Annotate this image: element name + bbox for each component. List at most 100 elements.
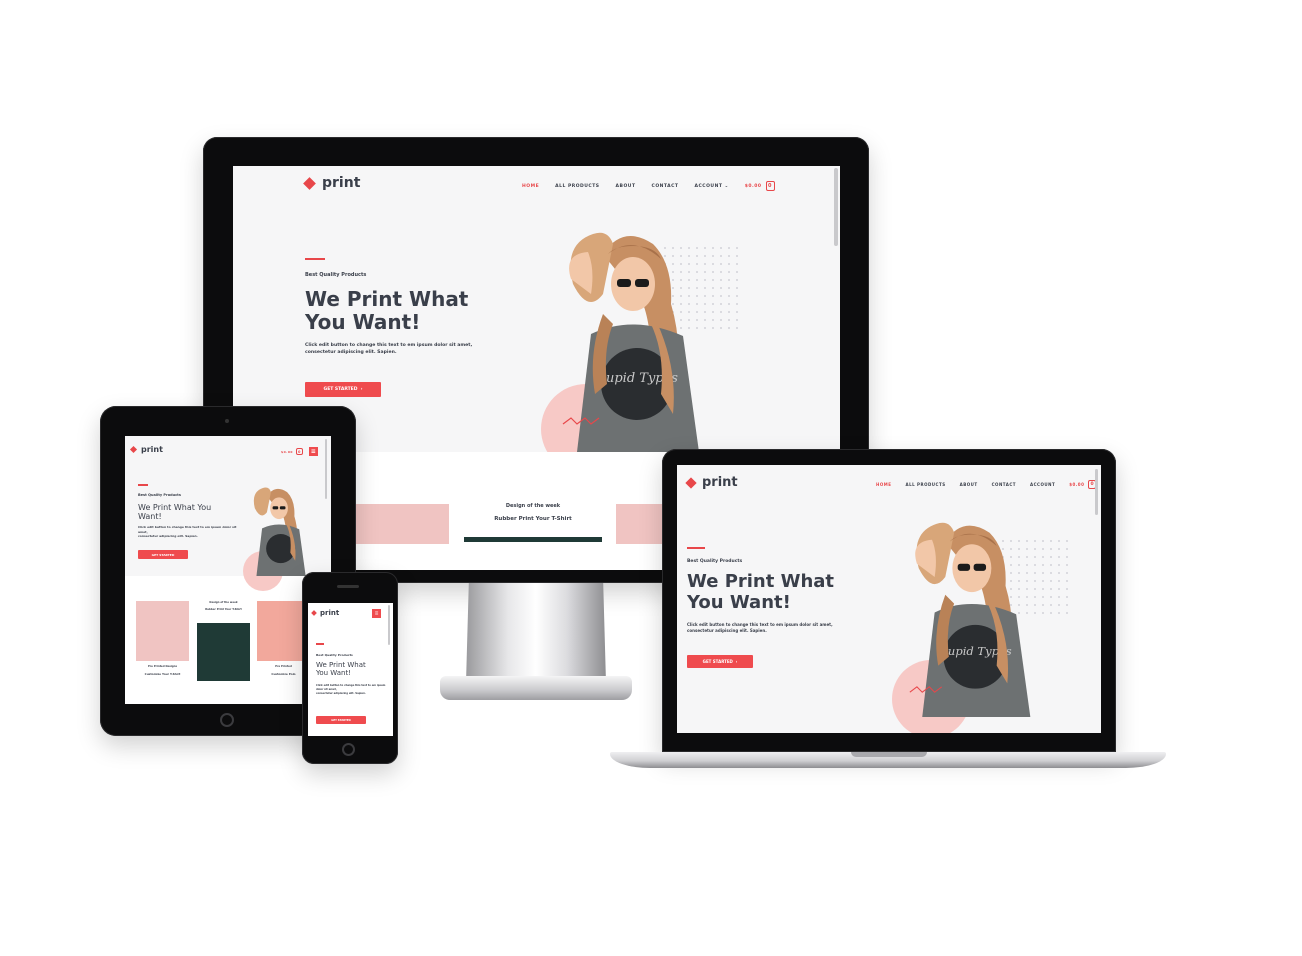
logo-text: print [320,609,340,617]
product-kicker-1: Pre Printed Designs [147,665,178,668]
cart-count: 0 [768,183,772,189]
menu-icon[interactable]: ≡ [309,447,318,456]
site-logo[interactable]: print [129,445,163,454]
get-started-button[interactable]: GET STARTED [316,716,366,724]
week-title: Design of the week [209,601,238,604]
site-logo[interactable]: print [303,175,361,191]
main-nav: HOME ALL PRODUCTS ABOUT CONTACT ACCOUNT … [522,181,775,191]
device-mockup-stage: print HOME ALL PRODUCTS ABOUT CONTACT AC… [0,0,1302,956]
product-title-1[interactable]: Customize Your T-Shirt [131,672,194,676]
nav-about[interactable]: ABOUT [616,184,636,189]
nav-home[interactable]: HOME [876,482,891,487]
arrow-right-icon: › [360,387,363,392]
main-nav: HOME ALL PRODUCTS ABOUT CONTACT ACCOUNT … [876,480,1097,489]
laptop-notch [851,752,927,757]
product-image-1[interactable] [136,601,189,661]
monitor-scrollbar[interactable] [834,168,838,246]
tablet-scrollbar[interactable] [325,439,327,499]
laptop-scrollbar[interactable] [1095,469,1098,515]
hero-headline: We Print What You Want! [687,571,835,613]
hero-accent-line [305,258,325,260]
product-image-2[interactable] [197,623,250,681]
logo-text: print [141,445,163,454]
phone-screen: print ≡ Best Quality Products We Print W… [308,603,393,736]
cart-price[interactable]: $0.00 [745,184,762,189]
heart-logo-icon [303,176,316,190]
hero-description-line2: consectetur adipiscing elit. Sapien. [305,349,397,355]
hero-description: Click edit button to change this text to… [305,343,505,357]
hero-headline: We Print What You Want! [305,288,468,334]
hero-kicker: Best Quality Products [138,493,181,497]
week-image-strip [464,537,602,542]
hero-accent-line [316,643,324,645]
heart-logo-icon [685,476,697,489]
cart-icon[interactable]: 0 [296,448,303,455]
logo-text: print [322,175,361,191]
phone-home-button[interactable] [342,743,355,756]
get-started-button[interactable]: GET STARTED › [305,382,381,397]
hero-headline-line2: You Want! [687,591,791,613]
hero-description-line2: consectetur adipiscing elit. Sapien. [138,534,198,538]
hero-description-line2: consectetur adipiscing elit. Sapien. [687,628,767,633]
hero-description-line1: Click edit button to change this text to… [316,684,386,691]
cart-price[interactable]: $0.00 [281,450,293,454]
product-image-left[interactable] [355,504,449,544]
hero-headline: We Print What You Want! [316,661,366,678]
hero-headline: We Print What You Want! [138,503,212,522]
nav-all-products[interactable]: ALL PRODUCTS [905,482,945,487]
week-subtitle: Rubber Print Your T-Shirt [205,608,242,611]
cart-count: 0 [1090,482,1095,487]
cart-price[interactable]: $0.00 [1069,482,1084,487]
hero-headline-line2: You Want! [305,310,421,334]
mobile-nav: $0.00 0 ≡ [281,447,318,456]
menu-icon[interactable]: ≡ [372,609,381,618]
tablet-camera [225,419,229,423]
heart-logo-icon [129,445,138,454]
hero-kicker: Best Quality Products [687,559,743,564]
hero-description-line1: Click edit button to change this text to… [138,525,237,534]
week-subtitle: Rubber Print Your T-Shirt [494,516,572,522]
site-logo[interactable]: print [311,609,340,617]
get-started-button[interactable]: GET STARTED › [687,655,753,668]
phone-speaker [337,585,359,588]
laptop-screen: print HOME ALL PRODUCTS ABOUT CONTACT AC… [677,465,1101,733]
hero-description: Click edit button to change this text to… [687,622,867,634]
hero-accent-line [138,484,148,486]
get-started-label: GET STARTED [323,387,358,392]
cart-count: 0 [298,449,301,454]
nav-all-products[interactable]: ALL PRODUCTS [555,184,599,189]
hero-accent-line [687,547,705,549]
hero-kicker: Best Quality Products [305,272,367,278]
nav-account[interactable]: ACCOUNT ⌄ [695,184,729,189]
hero-description: Click edit button to change this text to… [316,684,386,695]
hero-description: Click edit button to change this text to… [138,525,238,539]
nav-account-label: ACCOUNT [694,183,723,189]
week-title: Design of the week [505,503,561,509]
phone-scrollbar[interactable] [388,605,390,645]
monitor-neck [466,583,606,683]
logo-text: print [702,475,738,490]
tablet-screen: print $0.00 0 ≡ Best Quality Products We… [125,436,331,704]
nav-home[interactable]: HOME [522,184,539,189]
arrow-right-icon: › [735,659,738,664]
get-started-label: GET STARTED [151,552,175,557]
hero-description-line2: consectetur adipiscing elit. Sapien. [316,691,366,695]
hero-model-image: Cupid Types [562,232,699,452]
product-image-right[interactable] [616,504,666,544]
chevron-down-icon: ⌄ [724,183,729,189]
hero-kicker: Best Quality Products [316,653,353,657]
cart-icon[interactable]: 0 [765,181,775,191]
tablet-home-button[interactable] [220,713,234,727]
hero-description-line1: Click edit button to change this text to… [305,343,473,348]
get-started-label: GET STARTED [702,659,733,664]
nav-contact[interactable]: CONTACT [652,184,679,189]
nav-about[interactable]: ABOUT [960,482,978,487]
hero-headline-line1: We Print What [305,287,469,311]
nav-account[interactable]: ACCOUNT [1030,482,1055,487]
hero-model-image [253,487,306,576]
nav-contact[interactable]: CONTACT [992,482,1016,487]
hero-headline-line1: We Print What [687,571,835,592]
site-logo[interactable]: print [685,475,738,490]
get-started-button[interactable]: GET STARTED [138,550,188,559]
get-started-label: GET STARTED [331,718,351,722]
